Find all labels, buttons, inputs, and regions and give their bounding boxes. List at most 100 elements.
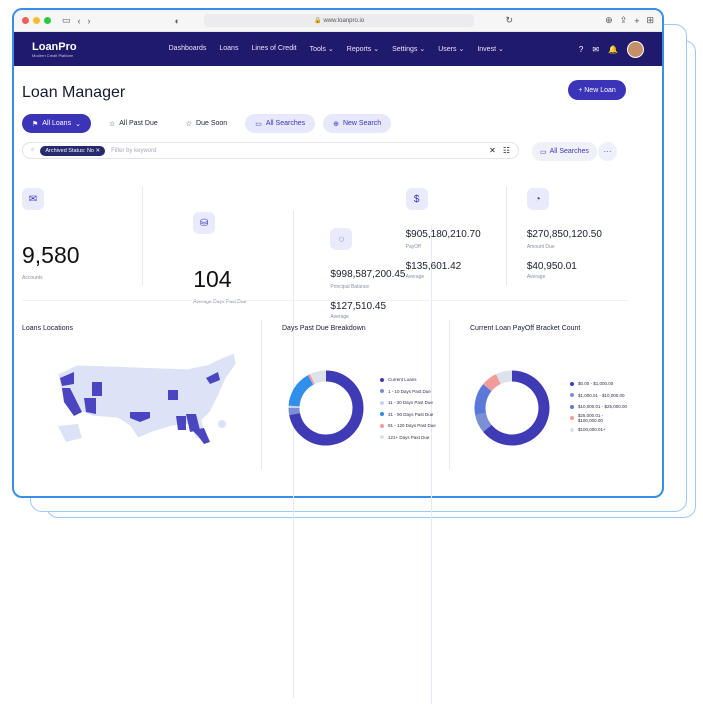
avatar[interactable] bbox=[627, 41, 644, 58]
new-tab-icon[interactable]: + bbox=[634, 16, 639, 26]
legend-swatch bbox=[380, 378, 384, 382]
top-navigation: LoanPro Modern Credit Platform Dashboard… bbox=[14, 32, 662, 66]
legend-swatch bbox=[380, 389, 384, 393]
payoff-legend: $0.00 - $1,000.00$1,000.01 - $10,000.00$… bbox=[570, 378, 628, 436]
payoff-average-value: $135,601.42 bbox=[406, 261, 462, 272]
search-icon: ⌕ bbox=[31, 147, 34, 154]
principal-label: Principal Balance bbox=[330, 284, 369, 290]
chevron-down-icon: ⌄ bbox=[373, 46, 379, 53]
search-input[interactable]: Filter by keyword bbox=[111, 148, 156, 154]
more-options-button[interactable]: ··· bbox=[598, 142, 617, 161]
minimize-window-icon[interactable] bbox=[33, 17, 40, 24]
forward-icon[interactable]: › bbox=[88, 16, 91, 26]
legend-item: $0.00 - $1,000.00 bbox=[570, 378, 628, 390]
privacy-shield-icon: ◐ bbox=[175, 16, 180, 26]
donut-slice[interactable] bbox=[294, 380, 311, 406]
state-missouri bbox=[168, 390, 178, 400]
donut-slice[interactable] bbox=[498, 376, 512, 379]
nav-item-tools[interactable]: Tools ⌄ bbox=[310, 45, 334, 53]
new-search-button[interactable]: ⊕ New Search bbox=[323, 114, 391, 133]
nav-item-invest[interactable]: Invest ⌄ bbox=[477, 45, 504, 53]
filter-chip[interactable]: Archived Status: No ✕ bbox=[40, 146, 105, 156]
state-alabama bbox=[176, 416, 186, 430]
avg-days-value: 104 bbox=[193, 266, 231, 293]
donut-slice[interactable] bbox=[480, 388, 487, 414]
legend-swatch bbox=[570, 416, 574, 420]
sidebar-toggle-icon[interactable]: ▭ bbox=[62, 15, 71, 26]
amount-due-average-label: Average bbox=[527, 274, 546, 280]
donut-slice[interactable] bbox=[312, 376, 326, 379]
legend-label: $25,000.01 - $100,000.00 bbox=[578, 413, 628, 423]
filter-chip-label: Archived Status: No bbox=[45, 148, 94, 154]
chevron-down-icon: ⌄ bbox=[498, 46, 504, 53]
address-bar[interactable]: 🔒 www.loanpro.io bbox=[204, 14, 474, 27]
stat-accounts: ✉ 9,580 Accounts bbox=[22, 186, 143, 286]
inbox-icon: ✉ bbox=[22, 188, 44, 210]
more-icon: ··· bbox=[604, 147, 612, 156]
all-searches-button[interactable]: ▭ All Searches bbox=[245, 114, 315, 133]
legend-label: $100,000.01+ bbox=[578, 427, 606, 432]
clear-search-icon[interactable]: ✕ bbox=[489, 146, 496, 155]
database-icon: ⛁ bbox=[193, 212, 215, 234]
loans-locations-panel: Loans Locations bbox=[22, 320, 262, 470]
donut-slice[interactable] bbox=[294, 408, 295, 414]
new-loan-button[interactable]: + New Loan bbox=[568, 80, 626, 100]
legend-swatch bbox=[570, 393, 574, 397]
legend-item: 31 - 90 Days Past Due bbox=[380, 409, 436, 421]
mail-icon[interactable]: ✉ bbox=[592, 45, 599, 54]
close-window-icon[interactable] bbox=[22, 17, 29, 24]
payoff-value: $905,180,210.70 bbox=[406, 229, 481, 240]
nav-item-settings[interactable]: Settings ⌄ bbox=[392, 45, 425, 53]
bell-icon[interactable]: 🔔 bbox=[608, 45, 618, 54]
legend-label: 11 - 30 Days Past Due bbox=[388, 400, 433, 405]
amount-due-average-value: $40,950.01 bbox=[527, 261, 577, 272]
saved-searches-label: All Searches bbox=[550, 148, 589, 155]
chevron-down-icon: ⌄ bbox=[75, 120, 81, 128]
share-icon[interactable]: ⇪ bbox=[620, 15, 628, 26]
state-hawaii bbox=[218, 420, 226, 428]
tab-overview-icon[interactable]: ⊞ bbox=[646, 15, 654, 26]
nav-item-settings-label: Settings bbox=[392, 46, 417, 53]
donut-slice[interactable] bbox=[481, 414, 488, 428]
principal-average-value: $127,510.45 bbox=[330, 301, 386, 312]
download-icon[interactable]: ⊕ bbox=[605, 15, 613, 26]
page-title: Loan Manager bbox=[22, 84, 125, 102]
reload-icon[interactable]: ↻ bbox=[506, 15, 514, 26]
search-filter-bar[interactable]: ⌕ Archived Status: No ✕ Filter by keywor… bbox=[22, 142, 519, 159]
tab-due-soon-label: Due Soon bbox=[196, 120, 227, 127]
stat-amount-due: ◔ $270,850,120.50 Amount Due $40,950.01 … bbox=[507, 186, 627, 286]
maximize-window-icon[interactable] bbox=[44, 17, 51, 24]
folder-icon: ▭ bbox=[255, 120, 262, 128]
nav-item-loans[interactable]: Loans bbox=[219, 45, 238, 53]
back-icon[interactable]: ‹ bbox=[78, 16, 81, 26]
legend-swatch bbox=[570, 405, 574, 409]
nav-item-lines-of-credit[interactable]: Lines of Credit bbox=[251, 45, 296, 53]
summary-stats: ✉ 9,580 Accounts ⛁ 104 Average Days Past… bbox=[22, 186, 627, 286]
nav-item-reports[interactable]: Reports ⌄ bbox=[347, 45, 379, 53]
tab-all-past-due[interactable]: ☆ All Past Due bbox=[99, 114, 168, 133]
donut-slice[interactable] bbox=[487, 379, 498, 388]
us-map-outline bbox=[58, 353, 236, 440]
nav-item-users-label: Users bbox=[438, 46, 456, 53]
legend-label: 1 - 10 Days Past Due bbox=[388, 389, 431, 394]
star-icon: ☆ bbox=[186, 120, 192, 128]
legend-label: $0.00 - $1,000.00 bbox=[578, 381, 613, 386]
nav-item-users[interactable]: Users ⌄ bbox=[438, 45, 464, 53]
legend-item: 1 - 10 Days Past Due bbox=[380, 386, 436, 398]
logo[interactable]: LoanPro Modern Credit Platform bbox=[32, 41, 77, 58]
remove-chip-icon[interactable]: ✕ bbox=[96, 148, 101, 154]
legend-swatch bbox=[380, 401, 384, 405]
tab-due-soon[interactable]: ☆ Due Soon bbox=[176, 114, 237, 133]
stat-payoff: $ $905,180,210.70 PayOff $135,601.42 Ave… bbox=[386, 186, 507, 286]
saved-searches-button[interactable]: ▭ All Searches bbox=[532, 142, 597, 161]
new-search-label: New Search bbox=[343, 120, 381, 127]
legend-swatch bbox=[380, 412, 384, 416]
legend-label: 121+ Days Past Due bbox=[388, 435, 429, 440]
us-map[interactable] bbox=[22, 320, 262, 470]
donut-slice[interactable] bbox=[311, 379, 313, 380]
help-icon[interactable]: ? bbox=[579, 45, 583, 54]
filter-settings-icon[interactable]: ☷ bbox=[503, 146, 510, 155]
tab-all-loans[interactable]: ⚑ All Loans ⌄ bbox=[22, 114, 91, 133]
nav-item-dashboards[interactable]: Dashboards bbox=[169, 45, 207, 53]
legend-swatch bbox=[570, 428, 574, 432]
